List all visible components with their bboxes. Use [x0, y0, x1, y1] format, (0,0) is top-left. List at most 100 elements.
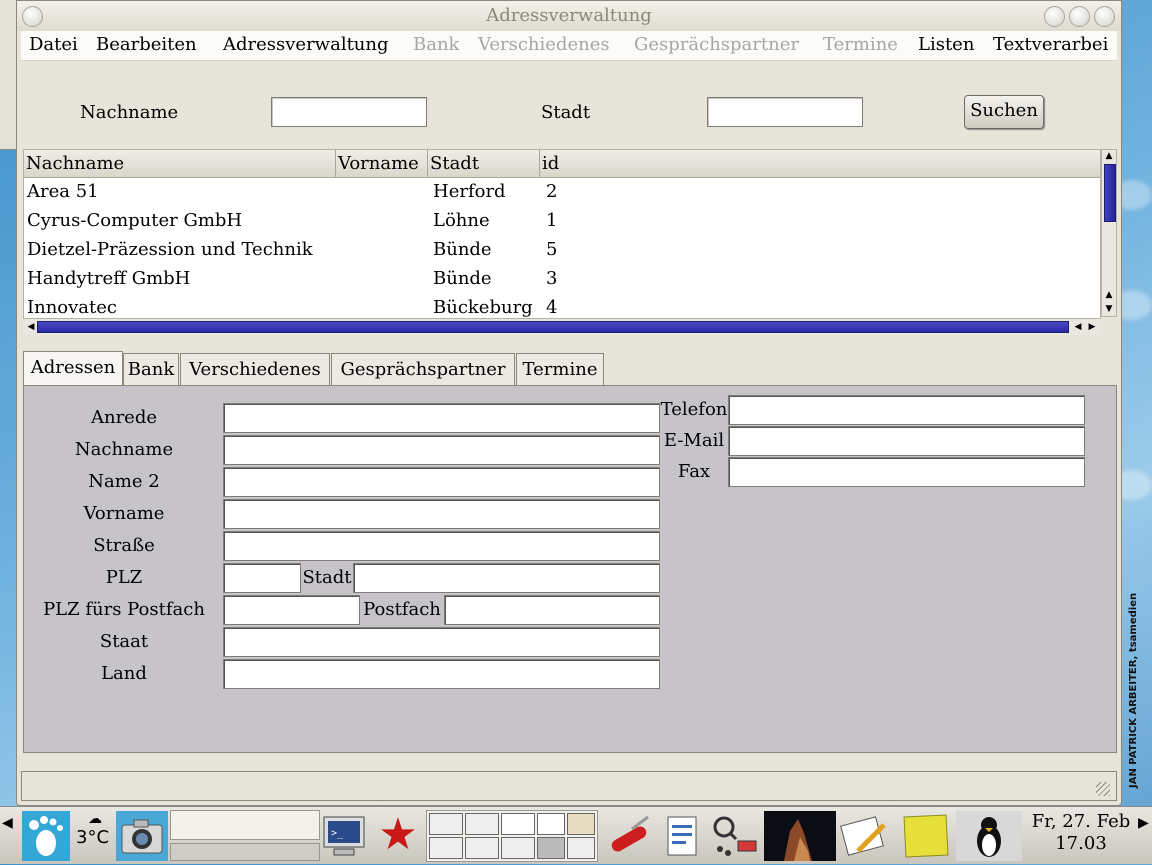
staat-field[interactable] [223, 627, 660, 657]
menu-datei[interactable]: Datei [29, 34, 78, 55]
cell-nachname: Cyrus-Computer GmbH [27, 210, 243, 231]
tab-termine[interactable]: Termine [516, 353, 604, 385]
name2-field[interactable] [223, 467, 660, 497]
menu-adressverwaltung[interactable]: Adressverwaltung [223, 34, 389, 55]
office-document-icon[interactable] [660, 811, 704, 861]
horizontal-scroll-thumb[interactable] [37, 321, 1069, 333]
table-row[interactable]: Handytreff GmbH Bünde 3 [24, 265, 1100, 294]
table-row[interactable]: Cyrus-Computer GmbH Löhne 1 [24, 207, 1100, 236]
minimize-button[interactable] [1044, 6, 1065, 27]
menu-termine[interactable]: Termine [823, 34, 898, 55]
close-button[interactable] [1094, 6, 1115, 27]
workspace-3[interactable] [501, 813, 535, 835]
window-title: Adressverwaltung [486, 5, 652, 26]
gnome-foot-icon[interactable] [22, 811, 70, 861]
taskbar: ◀ ☁ 3°C >_ ★ Fr, 27. Feb 17.03 ▶ [0, 806, 1152, 864]
menu-textverarbeitung[interactable]: Textverarbei [993, 34, 1108, 55]
menu-bar: Datei Bearbeiten Adressverwaltung Bank V… [21, 31, 1117, 61]
menu-bearbeiten[interactable]: Bearbeiten [96, 34, 197, 55]
cell-stadt: Herford [433, 181, 506, 202]
window-menu-button[interactable] [22, 6, 43, 27]
column-header-vorname[interactable]: Vorname [336, 150, 428, 178]
table-row[interactable]: Area 51 Herford 2 [24, 178, 1100, 207]
postfach-label: Postfach [363, 599, 441, 620]
workspace-5[interactable] [567, 813, 595, 835]
menu-gespraechspartner[interactable]: Gesprächspartner [634, 34, 799, 55]
scroll-up-arrow-icon[interactable]: ▲ [1102, 290, 1116, 300]
plz-field[interactable] [223, 563, 301, 593]
workspace-1[interactable] [429, 813, 463, 835]
plz-postfach-field[interactable] [223, 595, 360, 625]
taskbar-mini-progress [170, 843, 320, 861]
workspace-6[interactable] [429, 837, 463, 859]
workspace-10[interactable] [567, 837, 595, 859]
cloud-sun-icon: ☁ [88, 811, 102, 827]
temperature-text: 3°C [76, 827, 110, 848]
search-tools-icon[interactable] [708, 811, 762, 861]
stadt-field[interactable] [353, 563, 660, 593]
column-header-stadt[interactable]: Stadt [428, 150, 540, 178]
resize-grip-icon[interactable] [1096, 782, 1110, 796]
nachname-field[interactable] [223, 435, 660, 465]
scroll-left-arrow-icon[interactable]: ◀ [1071, 322, 1085, 332]
cell-nachname: Innovatec [27, 297, 117, 318]
workspace-2[interactable] [465, 813, 499, 835]
fax-field[interactable] [728, 457, 1085, 487]
workspace-8[interactable] [501, 837, 535, 859]
nebula-photo-icon[interactable] [764, 811, 836, 861]
telefon-field[interactable] [728, 395, 1085, 425]
camera-icon[interactable] [116, 811, 168, 861]
red-star-icon[interactable]: ★ [372, 811, 424, 861]
vorname-field[interactable] [223, 499, 660, 529]
maximize-button[interactable] [1069, 6, 1090, 27]
search-button[interactable]: Suchen [964, 95, 1044, 129]
postfach-field[interactable] [444, 595, 660, 625]
svg-text:>_: >_ [331, 828, 344, 839]
swiss-knife-icon[interactable] [604, 811, 656, 861]
clock-widget[interactable]: Fr, 27. Feb 17.03 [1026, 811, 1136, 861]
workspace-pager[interactable] [426, 810, 598, 862]
photo-credit: JAN PATRICK ARBEITER, tsamedien [1128, 592, 1139, 788]
anrede-field[interactable] [223, 403, 660, 433]
cell-nachname: Handytreff GmbH [27, 268, 191, 289]
cell-stadt: Löhne [433, 210, 490, 231]
tab-bank[interactable]: Bank [123, 353, 179, 385]
weather-widget[interactable]: ☁ 3°C [76, 811, 114, 861]
workspace-7[interactable] [465, 837, 499, 859]
notepad-pencil-icon[interactable] [838, 811, 892, 861]
menu-listen[interactable]: Listen [918, 34, 974, 55]
workspace-9[interactable] [537, 837, 565, 859]
email-field[interactable] [728, 426, 1085, 456]
taskbar-scroll-right-icon[interactable]: ▶ [1138, 815, 1152, 865]
taskbar-input-box[interactable] [170, 810, 320, 840]
search-nachname-input[interactable] [271, 97, 427, 127]
menu-verschiedenes[interactable]: Verschiedenes [478, 34, 610, 55]
strasse-field[interactable] [223, 531, 660, 561]
scroll-down-arrow-icon[interactable]: ▼ [1102, 304, 1116, 314]
sticky-note-icon[interactable] [896, 811, 954, 861]
scroll-right-arrow-icon[interactable]: ▶ [1085, 322, 1099, 332]
scroll-up-arrow-icon[interactable]: ▲ [1102, 151, 1116, 161]
taskbar-scroll-left-icon[interactable]: ◀ [2, 815, 16, 865]
address-list: Nachname Vorname Stadt id Area 51 Herfor… [23, 149, 1101, 319]
tab-gespraechspartner[interactable]: Gesprächspartner [331, 353, 515, 385]
land-label: Land [101, 663, 147, 684]
search-stadt-input[interactable] [707, 97, 863, 127]
land-field[interactable] [223, 659, 660, 689]
tux-penguin-icon[interactable] [956, 811, 1022, 861]
tab-verschiedenes[interactable]: Verschiedenes [180, 353, 330, 385]
list-vertical-scrollbar[interactable]: ▲ ▲ ▼ [1101, 149, 1117, 317]
menu-bank[interactable]: Bank [413, 34, 459, 55]
tab-adressen[interactable]: Adressen [23, 351, 123, 386]
clock-time: 17.03 [1055, 833, 1107, 854]
scroll-left-arrow-icon[interactable]: ◀ [24, 322, 38, 332]
window-titlebar[interactable]: Adressverwaltung [17, 1, 1121, 31]
vertical-scroll-thumb[interactable] [1104, 164, 1116, 222]
terminal-icon[interactable]: >_ [320, 811, 368, 861]
list-horizontal-scrollbar[interactable]: ◀ ◀ ▶ [23, 319, 1101, 335]
column-header-nachname[interactable]: Nachname [24, 150, 336, 178]
table-row[interactable]: Innovatec Bückeburg 4 [24, 294, 1100, 318]
column-header-id[interactable]: id [540, 150, 1100, 178]
table-row[interactable]: Dietzel-Präzession und Technik Bünde 5 [24, 236, 1100, 265]
workspace-4[interactable] [537, 813, 565, 835]
